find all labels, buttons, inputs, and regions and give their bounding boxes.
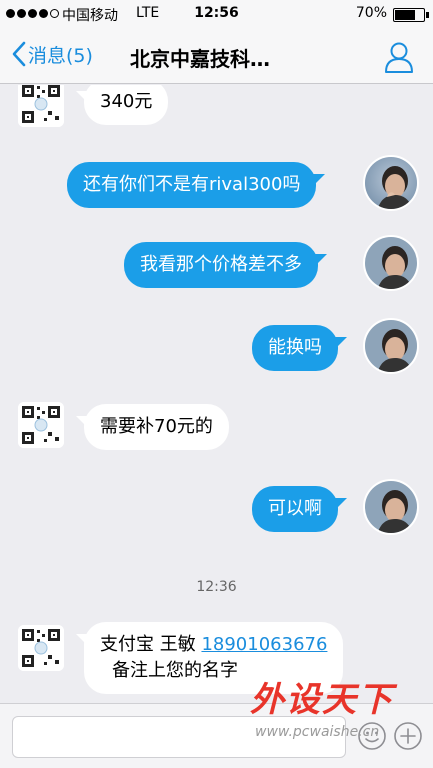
back-button-label: 消息(5) (28, 44, 93, 67)
chevron-left-icon (12, 41, 26, 67)
battery-percent: 70% (355, 5, 387, 21)
battery-cap (426, 12, 429, 18)
chat-thread[interactable]: 340元 还有你们不是有rival300吗 我看那个价格差不多 能换吗 需要补7… (0, 85, 433, 703)
my-avatar[interactable] (363, 235, 419, 291)
contact-avatar[interactable] (18, 85, 64, 127)
message-bubble[interactable]: 可以啊 (252, 486, 347, 532)
message-text: 需要补70元的 (100, 416, 213, 437)
back-button[interactable]: 消息(5) (10, 40, 93, 68)
my-avatar[interactable] (363, 155, 419, 211)
contact-avatar[interactable] (18, 402, 64, 448)
user-photo (365, 237, 417, 289)
person-icon[interactable] (383, 40, 415, 74)
message-bubble[interactable]: 支付宝 王敏 18901063676 备注上您的名字 (75, 622, 344, 694)
message-text: 可以啊 (268, 498, 322, 519)
user-photo (365, 481, 417, 533)
message-text: 支付宝 王敏 (100, 634, 202, 655)
qr-code-icon (18, 85, 64, 127)
message-bubble[interactable]: 需要补70元的 (76, 404, 229, 450)
message-timestamp: 12:36 (196, 579, 237, 595)
phone-number-link[interactable]: 18901063676 (201, 634, 327, 655)
my-avatar[interactable] (363, 479, 419, 535)
message-text: 能换吗 (268, 337, 322, 358)
qr-code-icon (18, 625, 64, 671)
battery-icon (393, 8, 425, 22)
message-bubble[interactable]: 我看那个价格差不多 (124, 242, 327, 288)
message-bubble[interactable]: 还有你们不是有rival300吗 (67, 162, 326, 208)
message-bubble[interactable]: 能换吗 (252, 325, 347, 371)
chat-title: 北京中嘉技科… (130, 47, 270, 71)
status-bar: 中国移动 LTE 12:56 70% (0, 0, 433, 28)
my-avatar[interactable] (363, 318, 419, 374)
message-text: 我看那个价格差不多 (140, 254, 302, 275)
emoji-icon[interactable] (356, 720, 388, 752)
message-input[interactable] (12, 716, 346, 758)
message-text: 备注上您的名字 (112, 660, 238, 681)
plus-icon[interactable] (392, 720, 424, 752)
message-text: 340元 (100, 91, 153, 112)
nav-bar: 消息(5) 北京中嘉技科… (0, 28, 433, 84)
user-photo (365, 157, 417, 209)
message-bubble[interactable]: 340元 (75, 85, 169, 125)
input-bar (0, 703, 433, 768)
message-text: 还有你们不是有rival300吗 (83, 174, 301, 195)
qr-code-icon (18, 402, 64, 448)
contact-avatar[interactable] (18, 625, 64, 671)
user-photo (365, 320, 417, 372)
